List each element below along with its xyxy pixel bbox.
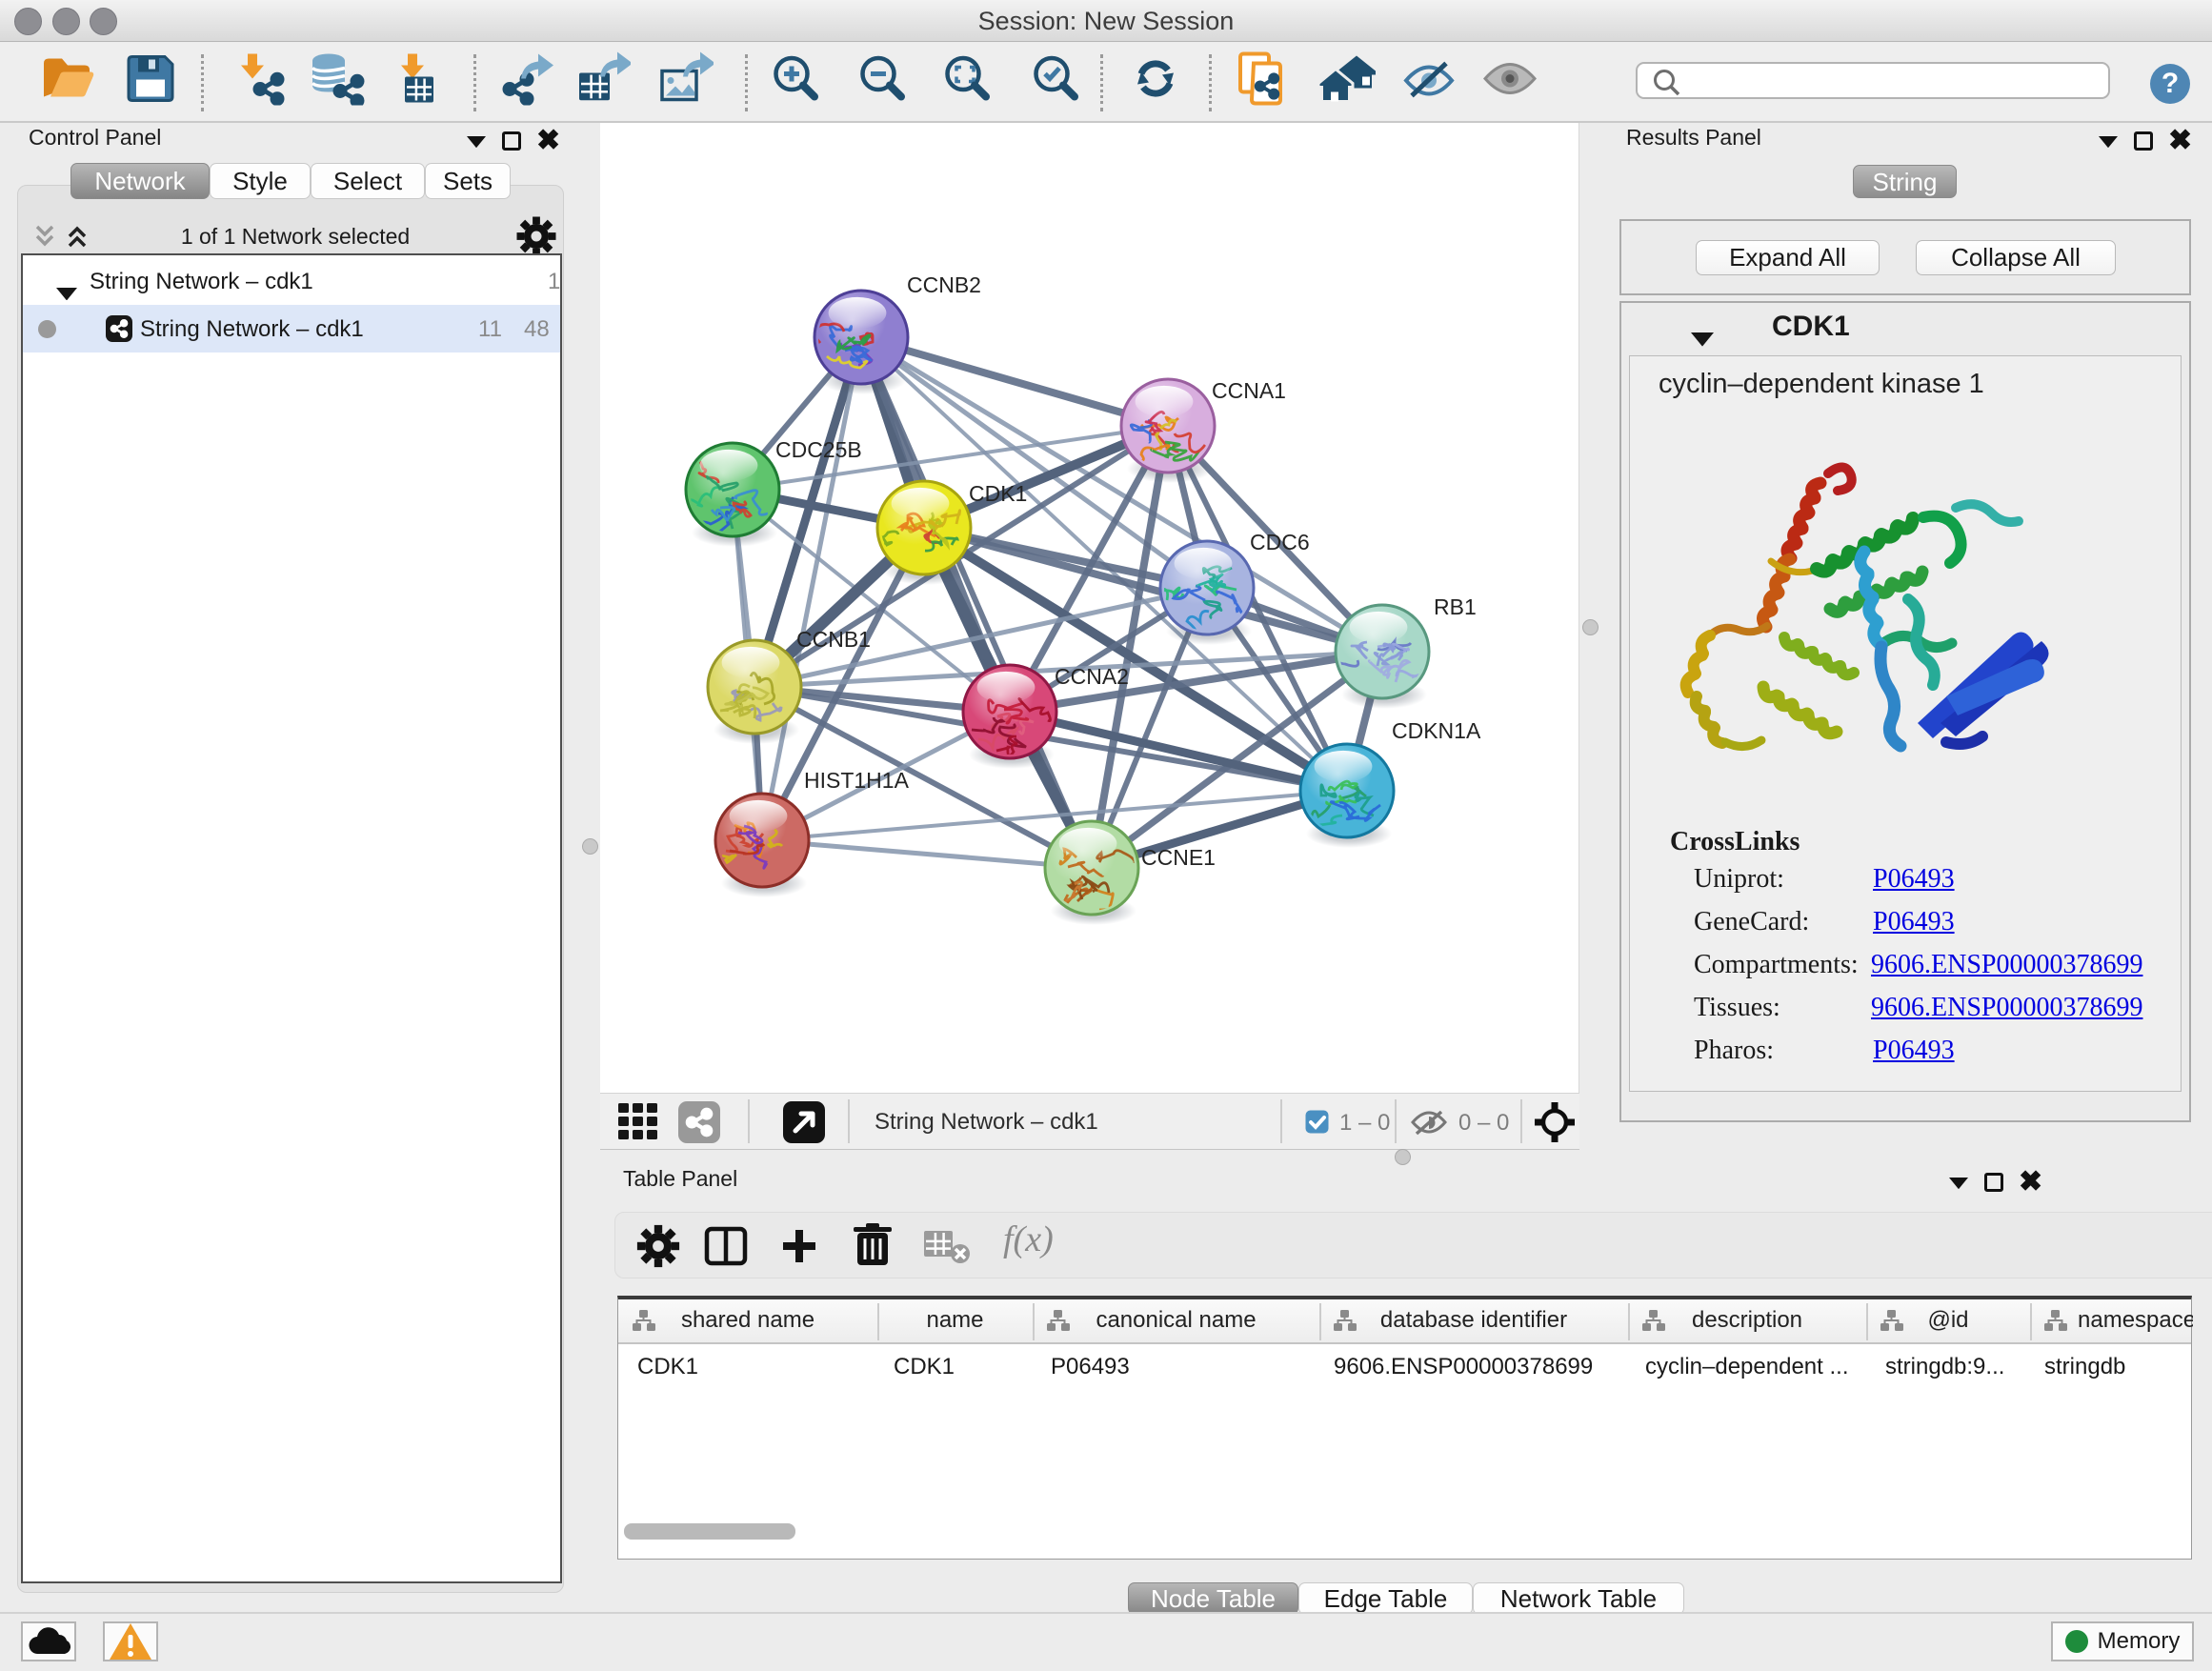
svg-text:RB1: RB1 [1434, 594, 1477, 619]
svg-text:CDC6: CDC6 [1250, 530, 1310, 554]
svg-text:CDKN1A: CDKN1A [1392, 718, 1481, 743]
svg-text:CCNA1: CCNA1 [1212, 378, 1286, 403]
svg-text:CDK1: CDK1 [969, 481, 1027, 506]
svg-text:CCNA2: CCNA2 [1055, 664, 1129, 689]
svg-text:CCNE1: CCNE1 [1141, 845, 1216, 870]
svg-text:HIST1H1A: HIST1H1A [804, 768, 910, 793]
svg-text:CCNB2: CCNB2 [907, 272, 981, 297]
svg-text:CCNB1: CCNB1 [796, 627, 871, 652]
svg-text:CDC25B: CDC25B [775, 437, 862, 462]
